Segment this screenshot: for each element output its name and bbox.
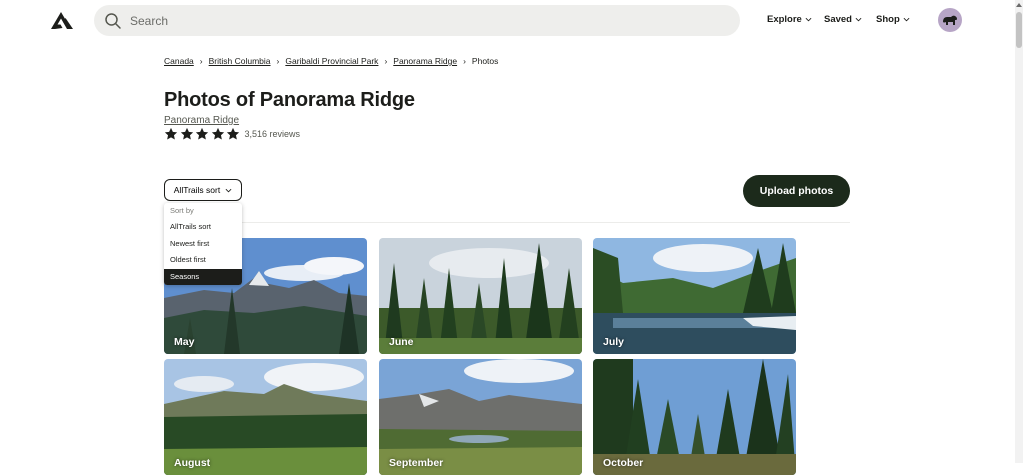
breadcrumb-link-panorama-ridge[interactable]: Panorama Ridge	[393, 56, 457, 66]
season-label: October	[603, 457, 644, 469]
chevron-down-icon	[903, 17, 910, 22]
season-label: September	[389, 457, 444, 469]
page-title: Photos of Panorama Ridge	[164, 89, 415, 111]
season-label: July	[603, 336, 625, 348]
avatar[interactable]	[938, 8, 962, 32]
trail-link[interactable]: Panorama Ridge	[164, 115, 239, 126]
scrollbar[interactable]	[1015, 0, 1023, 463]
nav-saved[interactable]: Saved	[824, 14, 862, 25]
scrollbar-thumb[interactable]	[1016, 12, 1022, 48]
sort-option-newest[interactable]: Newest first	[164, 236, 242, 253]
chevron-down-icon	[855, 17, 862, 22]
sort-option-oldest[interactable]: Oldest first	[164, 252, 242, 269]
photo-card-july[interactable]: July	[593, 238, 796, 354]
star-icon	[164, 127, 178, 140]
upload-photos-button[interactable]: Upload photos	[743, 175, 850, 207]
search-input[interactable]	[130, 13, 690, 28]
star-icon	[195, 127, 209, 140]
breadcrumb-link-canada[interactable]: Canada	[164, 56, 194, 66]
nav-shop-label: Shop	[876, 14, 900, 25]
season-label: June	[389, 336, 414, 348]
breadcrumb-separator: ›	[463, 56, 466, 66]
search-icon	[105, 12, 121, 29]
photo-card-october[interactable]: October	[593, 359, 796, 475]
breadcrumb-separator: ›	[276, 56, 280, 66]
season-label: August	[174, 457, 211, 469]
sort-option-seasons[interactable]: Seasons	[164, 268, 242, 285]
breadcrumb: Canada › British Columbia › Garibaldi Pr…	[164, 56, 498, 66]
photo-card-august[interactable]: August	[164, 359, 367, 475]
breadcrumb-link-british-columbia[interactable]: British Columbia	[209, 56, 271, 66]
sort-dropdown-button[interactable]: AllTrails sort	[164, 179, 242, 201]
sort-menu-heading: Sort by	[170, 206, 194, 215]
star-rating: 3,516 reviews	[164, 127, 300, 141]
divider	[164, 222, 850, 223]
review-count[interactable]: 3,516 reviews	[245, 129, 301, 139]
nav-shop[interactable]: Shop	[876, 14, 910, 25]
breadcrumb-separator: ›	[199, 56, 203, 66]
nav-explore-label: Explore	[767, 14, 802, 25]
breadcrumb-separator: ›	[384, 56, 388, 66]
search-bar[interactable]	[94, 5, 740, 36]
nav-explore[interactable]: Explore	[767, 14, 812, 25]
alltrails-logo-icon[interactable]	[50, 9, 74, 31]
breadcrumb-current: Photos	[471, 56, 499, 66]
sort-option-alltrails[interactable]: AllTrails sort	[164, 219, 242, 236]
scroll-up-arrow-icon[interactable]	[1016, 2, 1022, 8]
chevron-down-icon	[225, 188, 232, 192]
sort-button-label: AllTrails sort	[173, 185, 221, 195]
chevron-down-icon	[805, 17, 812, 22]
photo-card-june[interactable]: June	[379, 238, 582, 354]
breadcrumb-link-garibaldi[interactable]: Garibaldi Provincial Park	[285, 56, 378, 66]
star-icon	[211, 127, 224, 140]
nav-saved-label: Saved	[824, 14, 852, 25]
star-icon	[180, 127, 193, 140]
photo-card-september[interactable]: September	[379, 359, 582, 475]
sort-menu: Sort by AllTrails sort Newest first Olde…	[164, 203, 242, 285]
bear-avatar-icon	[943, 15, 957, 25]
star-icon	[226, 127, 240, 140]
season-label: May	[174, 336, 195, 348]
